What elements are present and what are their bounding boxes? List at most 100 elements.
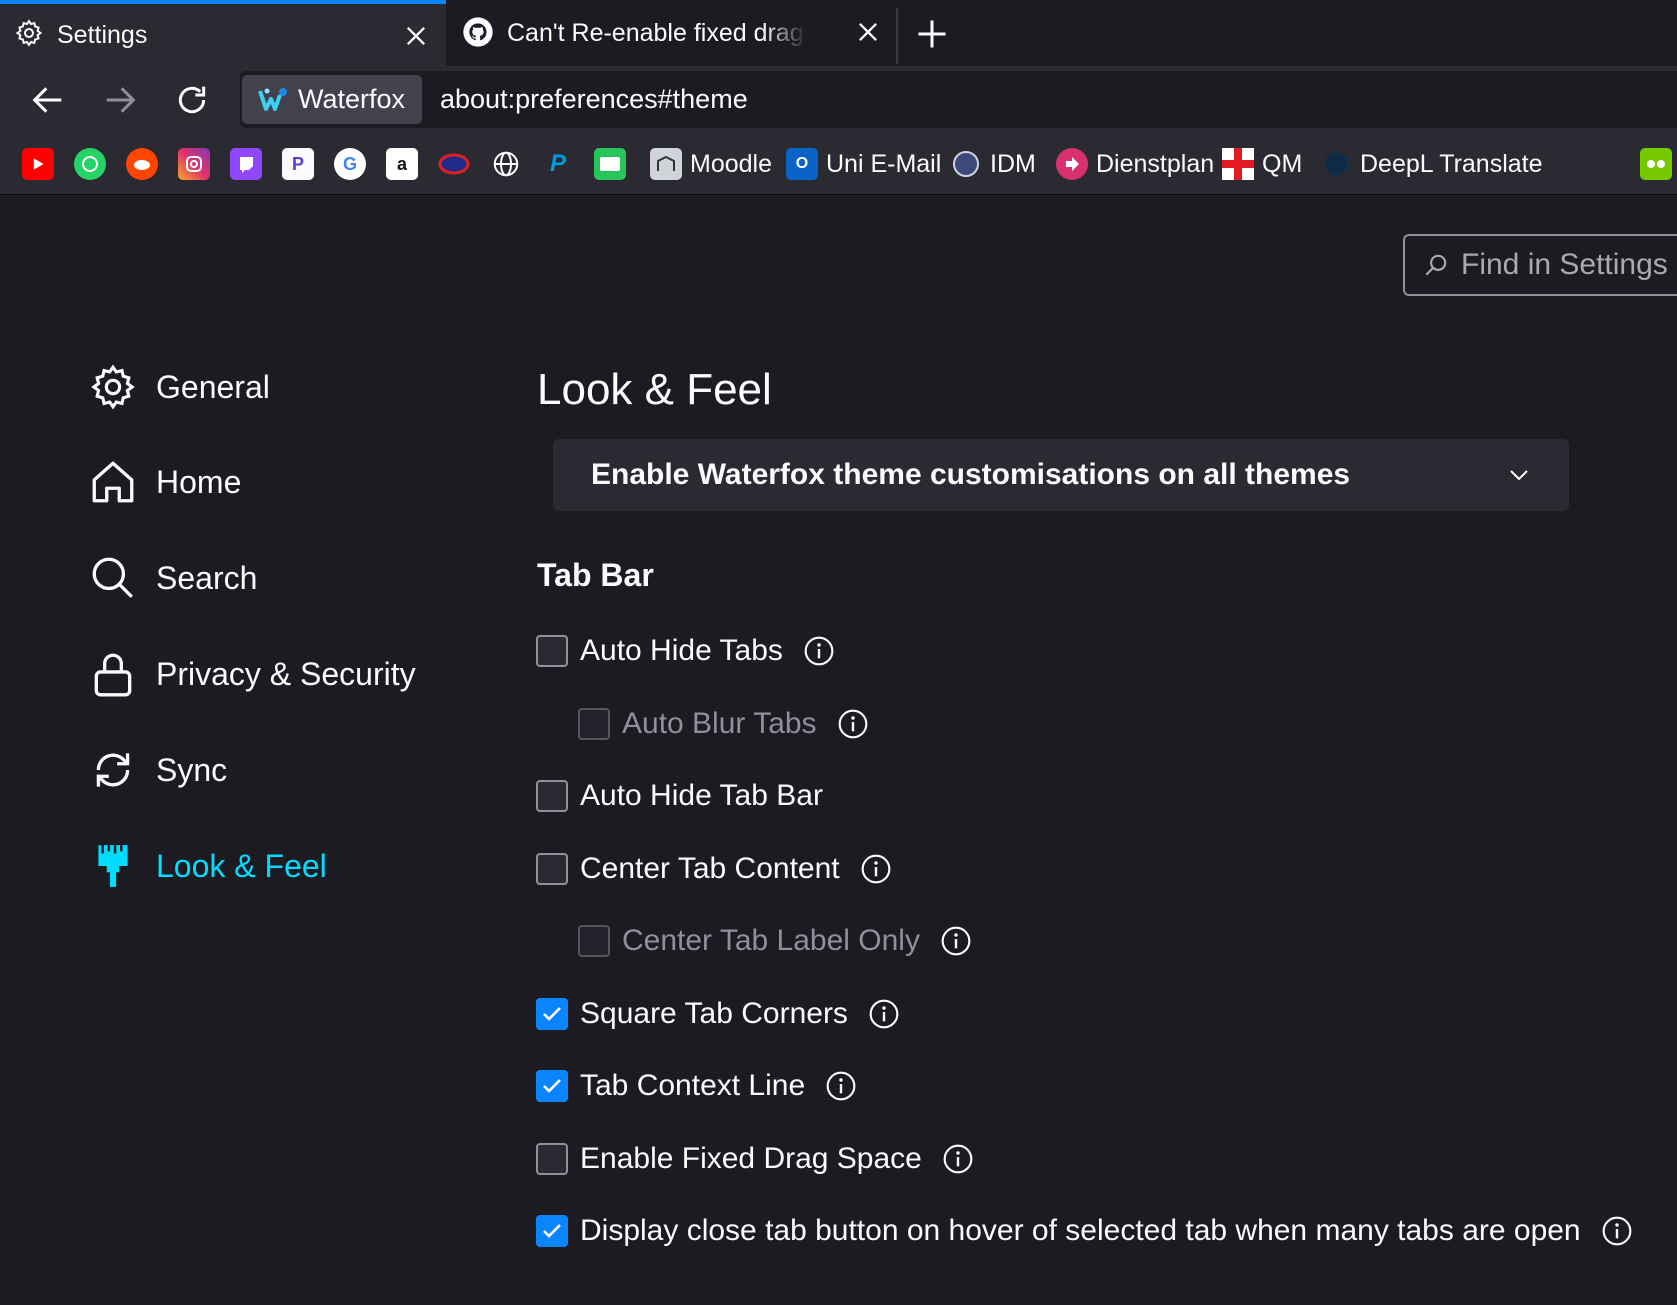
qm-cross-icon [1222,148,1254,180]
checkbox[interactable] [536,1070,568,1102]
bookmark-dienstplan[interactable]: Dienstplan [1056,148,1214,180]
tab-title: Can't Re-enable fixed drag space [507,19,807,47]
info-icon[interactable] [868,998,900,1030]
bookmark-label: DeepL Translate [1360,149,1543,178]
info-icon[interactable] [825,1070,857,1102]
green-app-icon [594,148,626,180]
bookmark-google[interactable]: G [334,148,366,180]
identity-box[interactable]: Waterfox [242,75,422,124]
checkbox-label: Center Tab Label Only [622,924,920,957]
checkbox-row: Auto Blur Tabs [578,704,869,744]
sidebar-item-label: General [156,368,270,405]
gear-icon [15,19,43,47]
checkbox [578,925,610,957]
search-icon [1425,254,1447,276]
sidebar-item-sync[interactable]: Sync [88,740,227,800]
reddit-icon [126,148,158,180]
checkbox-row[interactable]: Tab Context Line [536,1066,857,1106]
checkbox-label: Center Tab Content [580,851,840,885]
theme-customisation-dropdown[interactable]: Enable Waterfox theme customisations on … [553,439,1569,511]
bookmark-uni-email[interactable]: O Uni E-Mail [786,148,941,180]
checkbox[interactable] [536,852,568,885]
lock-icon [94,653,132,697]
bookmark-deepl[interactable]: DeepL Translate [1320,148,1543,180]
bookmark-reddit[interactable] [126,148,158,180]
bookmark-youtube[interactable] [22,148,54,180]
bookmark-whatsapp[interactable] [74,148,106,180]
checkbox[interactable] [536,1215,568,1247]
tab-github-issue[interactable]: Can't Re-enable fixed drag space [446,0,896,66]
sidebar-item-privacy[interactable]: Privacy & Security [88,644,416,704]
checkbox-row: Center Tab Label Only [578,921,972,961]
checkbox-label: Auto Blur Tabs [622,706,817,740]
info-icon[interactable] [942,1143,974,1175]
deepl-icon [1320,148,1352,180]
sidebar-item-label: Search [156,559,258,596]
outlook-icon: O [786,148,818,180]
bookmark-paypal[interactable]: P [542,148,574,180]
bookmark-instagram[interactable] [178,148,210,180]
checkbox-row[interactable]: Square Tab Corners [536,994,900,1034]
sync-icon [96,753,130,787]
checkbox-label: Tab Context Line [580,1069,806,1102]
checkbox-label: Square Tab Corners [580,996,848,1030]
section-heading: Tab Bar [537,557,654,593]
reload-icon[interactable] [172,80,212,120]
plus-icon[interactable] [914,16,950,52]
bookmark-green-app[interactable] [594,148,626,180]
url-bar[interactable]: Waterfox about:preferences#theme [240,71,1677,128]
checkbox-row[interactable]: Display close tab button on hover of sel… [536,1211,1633,1251]
checkbox-row[interactable]: Enable Fixed Drag Space [536,1139,974,1179]
instagram-icon [178,148,210,180]
sidebar-item-general[interactable]: General [88,357,270,417]
info-icon[interactable] [837,708,869,740]
bookmark-moodle[interactable]: Moodle [650,148,772,180]
forward-arrow-icon[interactable] [100,80,140,120]
identity-label: Waterfox [298,84,406,114]
find-in-settings-field[interactable] [1403,234,1677,296]
checkmark-icon [543,1224,561,1238]
p-icon: P [282,148,314,180]
checkbox-label: Enable Fixed Drag Space [580,1141,922,1175]
amazon-icon: a [386,148,418,180]
checkbox-row[interactable]: Auto Hide Tabs [536,631,835,671]
bookmark-p[interactable]: P [282,148,314,180]
checkmark-icon [543,1079,561,1093]
tab-settings[interactable]: Settings [0,0,446,66]
checkbox[interactable] [536,997,568,1030]
bookmark-label: Dienstplan [1096,149,1215,178]
close-icon[interactable] [854,18,882,46]
sidebar-item-look-and-feel[interactable]: Look & Feel [88,836,327,896]
idm-icon [950,148,982,180]
google-icon: G [334,148,366,180]
info-icon[interactable] [940,925,972,957]
checkbox-label: Auto Hide Tab Bar [580,779,823,812]
info-icon[interactable] [1601,1215,1633,1247]
bookmark-qm[interactable]: QM [1222,148,1302,180]
checkbox-row[interactable]: Center Tab Content [536,849,892,889]
gear-icon [91,364,135,410]
info-icon[interactable] [803,635,835,667]
paintbrush-icon [98,845,128,887]
back-arrow-icon[interactable] [28,80,68,120]
checkbox[interactable] [536,780,568,812]
sidebar-item-search[interactable]: Search [88,548,257,608]
bookmark-idm[interactable]: IDM [950,148,1036,180]
sidebar-item-home[interactable]: Home [88,452,241,512]
search-input[interactable] [1459,247,1677,283]
info-icon[interactable] [860,853,892,885]
checkbox[interactable] [536,1142,568,1175]
close-icon[interactable] [402,22,430,50]
search-icon [92,557,133,598]
waterfox-logo-icon [258,87,287,111]
bookmark-duolingo[interactable] [1640,148,1672,180]
bookmark-label: Uni E-Mail [826,149,942,178]
bookmark-twitch[interactable] [230,148,262,180]
bookmark-amazon[interactable]: a [386,148,418,180]
checkbox-row[interactable]: Auto Hide Tab Bar [536,776,823,816]
checkbox[interactable] [536,635,568,667]
bookmark-globe[interactable] [490,148,522,180]
bookmark-red-circle[interactable] [438,148,470,180]
url-text[interactable]: about:preferences#theme [440,84,748,115]
moodle-icon [650,148,682,180]
